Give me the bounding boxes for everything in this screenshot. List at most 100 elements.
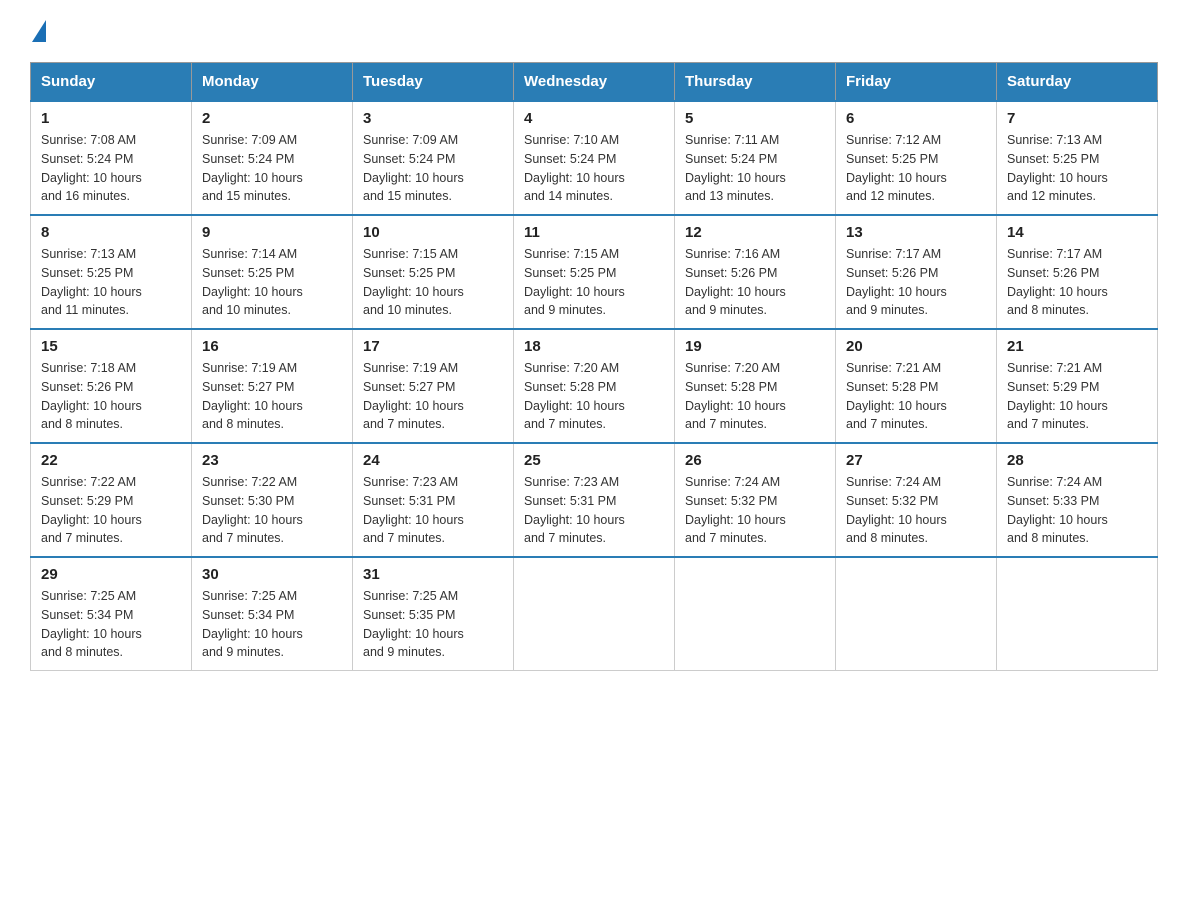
column-header-saturday: Saturday — [997, 63, 1158, 102]
day-number: 12 — [685, 224, 825, 241]
day-number: 9 — [202, 224, 342, 241]
day-info: Sunrise: 7:25 AMSunset: 5:34 PMDaylight:… — [202, 587, 342, 662]
day-number: 29 — [41, 566, 181, 583]
calendar-cell: 21 Sunrise: 7:21 AMSunset: 5:29 PMDayligh… — [997, 329, 1158, 443]
day-number: 3 — [363, 110, 503, 127]
calendar-cell — [675, 557, 836, 671]
day-number: 31 — [363, 566, 503, 583]
calendar-cell: 10 Sunrise: 7:15 AMSunset: 5:25 PMDayligh… — [353, 215, 514, 329]
day-number: 11 — [524, 224, 664, 241]
column-header-thursday: Thursday — [675, 63, 836, 102]
calendar-cell: 15Sunrise: 7:18 AMSunset: 5:26 PMDayligh… — [31, 329, 192, 443]
day-info: Sunrise: 7:18 AMSunset: 5:26 PMDaylight:… — [41, 359, 181, 434]
day-info: Sunrise: 7:23 AMSunset: 5:31 PMDaylight:… — [363, 473, 503, 548]
day-number: 1 — [41, 110, 181, 127]
day-info: Sunrise: 7:16 AMSunset: 5:26 PMDaylight:… — [685, 245, 825, 320]
day-info: Sunrise: 7:22 AMSunset: 5:29 PMDaylight:… — [41, 473, 181, 548]
day-info: Sunrise: 7:24 AMSunset: 5:33 PMDaylight:… — [1007, 473, 1147, 548]
column-header-sunday: Sunday — [31, 63, 192, 102]
calendar-cell: 14Sunrise: 7:17 AMSunset: 5:26 PMDayligh… — [997, 215, 1158, 329]
calendar-cell: 20Sunrise: 7:21 AMSunset: 5:28 PMDayligh… — [836, 329, 997, 443]
column-header-tuesday: Tuesday — [353, 63, 514, 102]
day-info: Sunrise: 7:23 AMSunset: 5:31 PMDaylight:… — [524, 473, 664, 548]
day-number: 13 — [846, 224, 986, 241]
calendar-table: SundayMondayTuesdayWednesdayThursdayFrid… — [30, 62, 1158, 671]
calendar-cell: 16Sunrise: 7:19 AMSunset: 5:27 PMDayligh… — [192, 329, 353, 443]
day-number: 17 — [363, 338, 503, 355]
day-info: Sunrise: 7:25 AMSunset: 5:35 PMDaylight:… — [363, 587, 503, 662]
logo-triangle-icon — [32, 20, 46, 42]
day-info: Sunrise: 7:12 AMSunset: 5:25 PMDaylight:… — [846, 131, 986, 206]
calendar-cell: 5 Sunrise: 7:11 AMSunset: 5:24 PMDaylight… — [675, 101, 836, 215]
calendar-cell: 29Sunrise: 7:25 AMSunset: 5:34 PMDayligh… — [31, 557, 192, 671]
day-number: 18 — [524, 338, 664, 355]
week-row-1: 1 Sunrise: 7:08 AMSunset: 5:24 PMDaylight… — [31, 101, 1158, 215]
day-info: Sunrise: 7:22 AMSunset: 5:30 PMDaylight:… — [202, 473, 342, 548]
day-info: Sunrise: 7:20 AMSunset: 5:28 PMDaylight:… — [685, 359, 825, 434]
day-number: 22 — [41, 452, 181, 469]
calendar-cell — [836, 557, 997, 671]
day-number: 10 — [363, 224, 503, 241]
calendar-cell — [514, 557, 675, 671]
day-info: Sunrise: 7:21 AMSunset: 5:28 PMDaylight:… — [846, 359, 986, 434]
day-info: Sunrise: 7:13 AMSunset: 5:25 PMDaylight:… — [41, 245, 181, 320]
day-number: 21 — [1007, 338, 1147, 355]
day-info: Sunrise: 7:19 AMSunset: 5:27 PMDaylight:… — [363, 359, 503, 434]
calendar-cell: 12 Sunrise: 7:16 AMSunset: 5:26 PMDayligh… — [675, 215, 836, 329]
calendar-cell: 17 Sunrise: 7:19 AMSunset: 5:27 PMDayligh… — [353, 329, 514, 443]
day-info: Sunrise: 7:15 AMSunset: 5:25 PMDaylight:… — [524, 245, 664, 320]
day-info: Sunrise: 7:15 AMSunset: 5:25 PMDaylight:… — [363, 245, 503, 320]
calendar-cell: 25Sunrise: 7:23 AMSunset: 5:31 PMDayligh… — [514, 443, 675, 557]
week-row-4: 22 Sunrise: 7:22 AMSunset: 5:29 PMDayligh… — [31, 443, 1158, 557]
day-number: 24 — [363, 452, 503, 469]
day-info: Sunrise: 7:14 AMSunset: 5:25 PMDaylight:… — [202, 245, 342, 320]
day-info: Sunrise: 7:20 AMSunset: 5:28 PMDaylight:… — [524, 359, 664, 434]
logo — [30, 20, 46, 42]
column-header-wednesday: Wednesday — [514, 63, 675, 102]
calendar-cell: 24 Sunrise: 7:23 AMSunset: 5:31 PMDayligh… — [353, 443, 514, 557]
calendar-cell: 1 Sunrise: 7:08 AMSunset: 5:24 PMDaylight… — [31, 101, 192, 215]
day-number: 4 — [524, 110, 664, 127]
day-info: Sunrise: 7:09 AMSunset: 5:24 PMDaylight:… — [363, 131, 503, 206]
calendar-cell: 31 Sunrise: 7:25 AMSunset: 5:35 PMDayligh… — [353, 557, 514, 671]
calendar-cell: 22 Sunrise: 7:22 AMSunset: 5:29 PMDayligh… — [31, 443, 192, 557]
day-number: 2 — [202, 110, 342, 127]
day-info: Sunrise: 7:11 AMSunset: 5:24 PMDaylight:… — [685, 131, 825, 206]
day-number: 6 — [846, 110, 986, 127]
calendar-cell: 28 Sunrise: 7:24 AMSunset: 5:33 PMDayligh… — [997, 443, 1158, 557]
calendar-cell: 30 Sunrise: 7:25 AMSunset: 5:34 PMDayligh… — [192, 557, 353, 671]
calendar-cell: 8Sunrise: 7:13 AMSunset: 5:25 PMDaylight… — [31, 215, 192, 329]
calendar-cell: 9 Sunrise: 7:14 AMSunset: 5:25 PMDaylight… — [192, 215, 353, 329]
day-info: Sunrise: 7:08 AMSunset: 5:24 PMDaylight:… — [41, 131, 181, 206]
calendar-cell: 23 Sunrise: 7:22 AMSunset: 5:30 PMDayligh… — [192, 443, 353, 557]
day-info: Sunrise: 7:24 AMSunset: 5:32 PMDaylight:… — [685, 473, 825, 548]
calendar-cell: 27Sunrise: 7:24 AMSunset: 5:32 PMDayligh… — [836, 443, 997, 557]
column-header-monday: Monday — [192, 63, 353, 102]
week-row-5: 29 Sunrise: 7:25 AMSunset: 5:34 PMDayligh… — [31, 557, 1158, 671]
calendar-cell: 11 Sunrise: 7:15 AMSunset: 5:25 PMDayligh… — [514, 215, 675, 329]
day-number: 23 — [202, 452, 342, 469]
column-header-friday: Friday — [836, 63, 997, 102]
day-number: 5 — [685, 110, 825, 127]
week-row-3: 15Sunrise: 7:18 AMSunset: 5:26 PMDayligh… — [31, 329, 1158, 443]
day-info: Sunrise: 7:21 AMSunset: 5:29 PMDaylight:… — [1007, 359, 1147, 434]
day-number: 14 — [1007, 224, 1147, 241]
day-number: 30 — [202, 566, 342, 583]
day-info: Sunrise: 7:19 AMSunset: 5:27 PMDaylight:… — [202, 359, 342, 434]
page-header — [30, 20, 1158, 42]
calendar-cell: 13 Sunrise: 7:17 AMSunset: 5:26 PMDayligh… — [836, 215, 997, 329]
calendar-cell: 26 Sunrise: 7:24 AMSunset: 5:32 PMDayligh… — [675, 443, 836, 557]
day-number: 26 — [685, 452, 825, 469]
calendar-cell — [997, 557, 1158, 671]
day-info: Sunrise: 7:24 AMSunset: 5:32 PMDaylight:… — [846, 473, 986, 548]
day-info: Sunrise: 7:13 AMSunset: 5:25 PMDaylight:… — [1007, 131, 1147, 206]
day-info: Sunrise: 7:09 AMSunset: 5:24 PMDaylight:… — [202, 131, 342, 206]
day-info: Sunrise: 7:10 AMSunset: 5:24 PMDaylight:… — [524, 131, 664, 206]
day-number: 19 — [685, 338, 825, 355]
calendar-cell: 4 Sunrise: 7:10 AMSunset: 5:24 PMDaylight… — [514, 101, 675, 215]
calendar-cell: 3 Sunrise: 7:09 AMSunset: 5:24 PMDaylight… — [353, 101, 514, 215]
day-info: Sunrise: 7:17 AMSunset: 5:26 PMDaylight:… — [846, 245, 986, 320]
day-number: 28 — [1007, 452, 1147, 469]
header-row: SundayMondayTuesdayWednesdayThursdayFrid… — [31, 63, 1158, 102]
calendar-cell: 7Sunrise: 7:13 AMSunset: 5:25 PMDaylight… — [997, 101, 1158, 215]
